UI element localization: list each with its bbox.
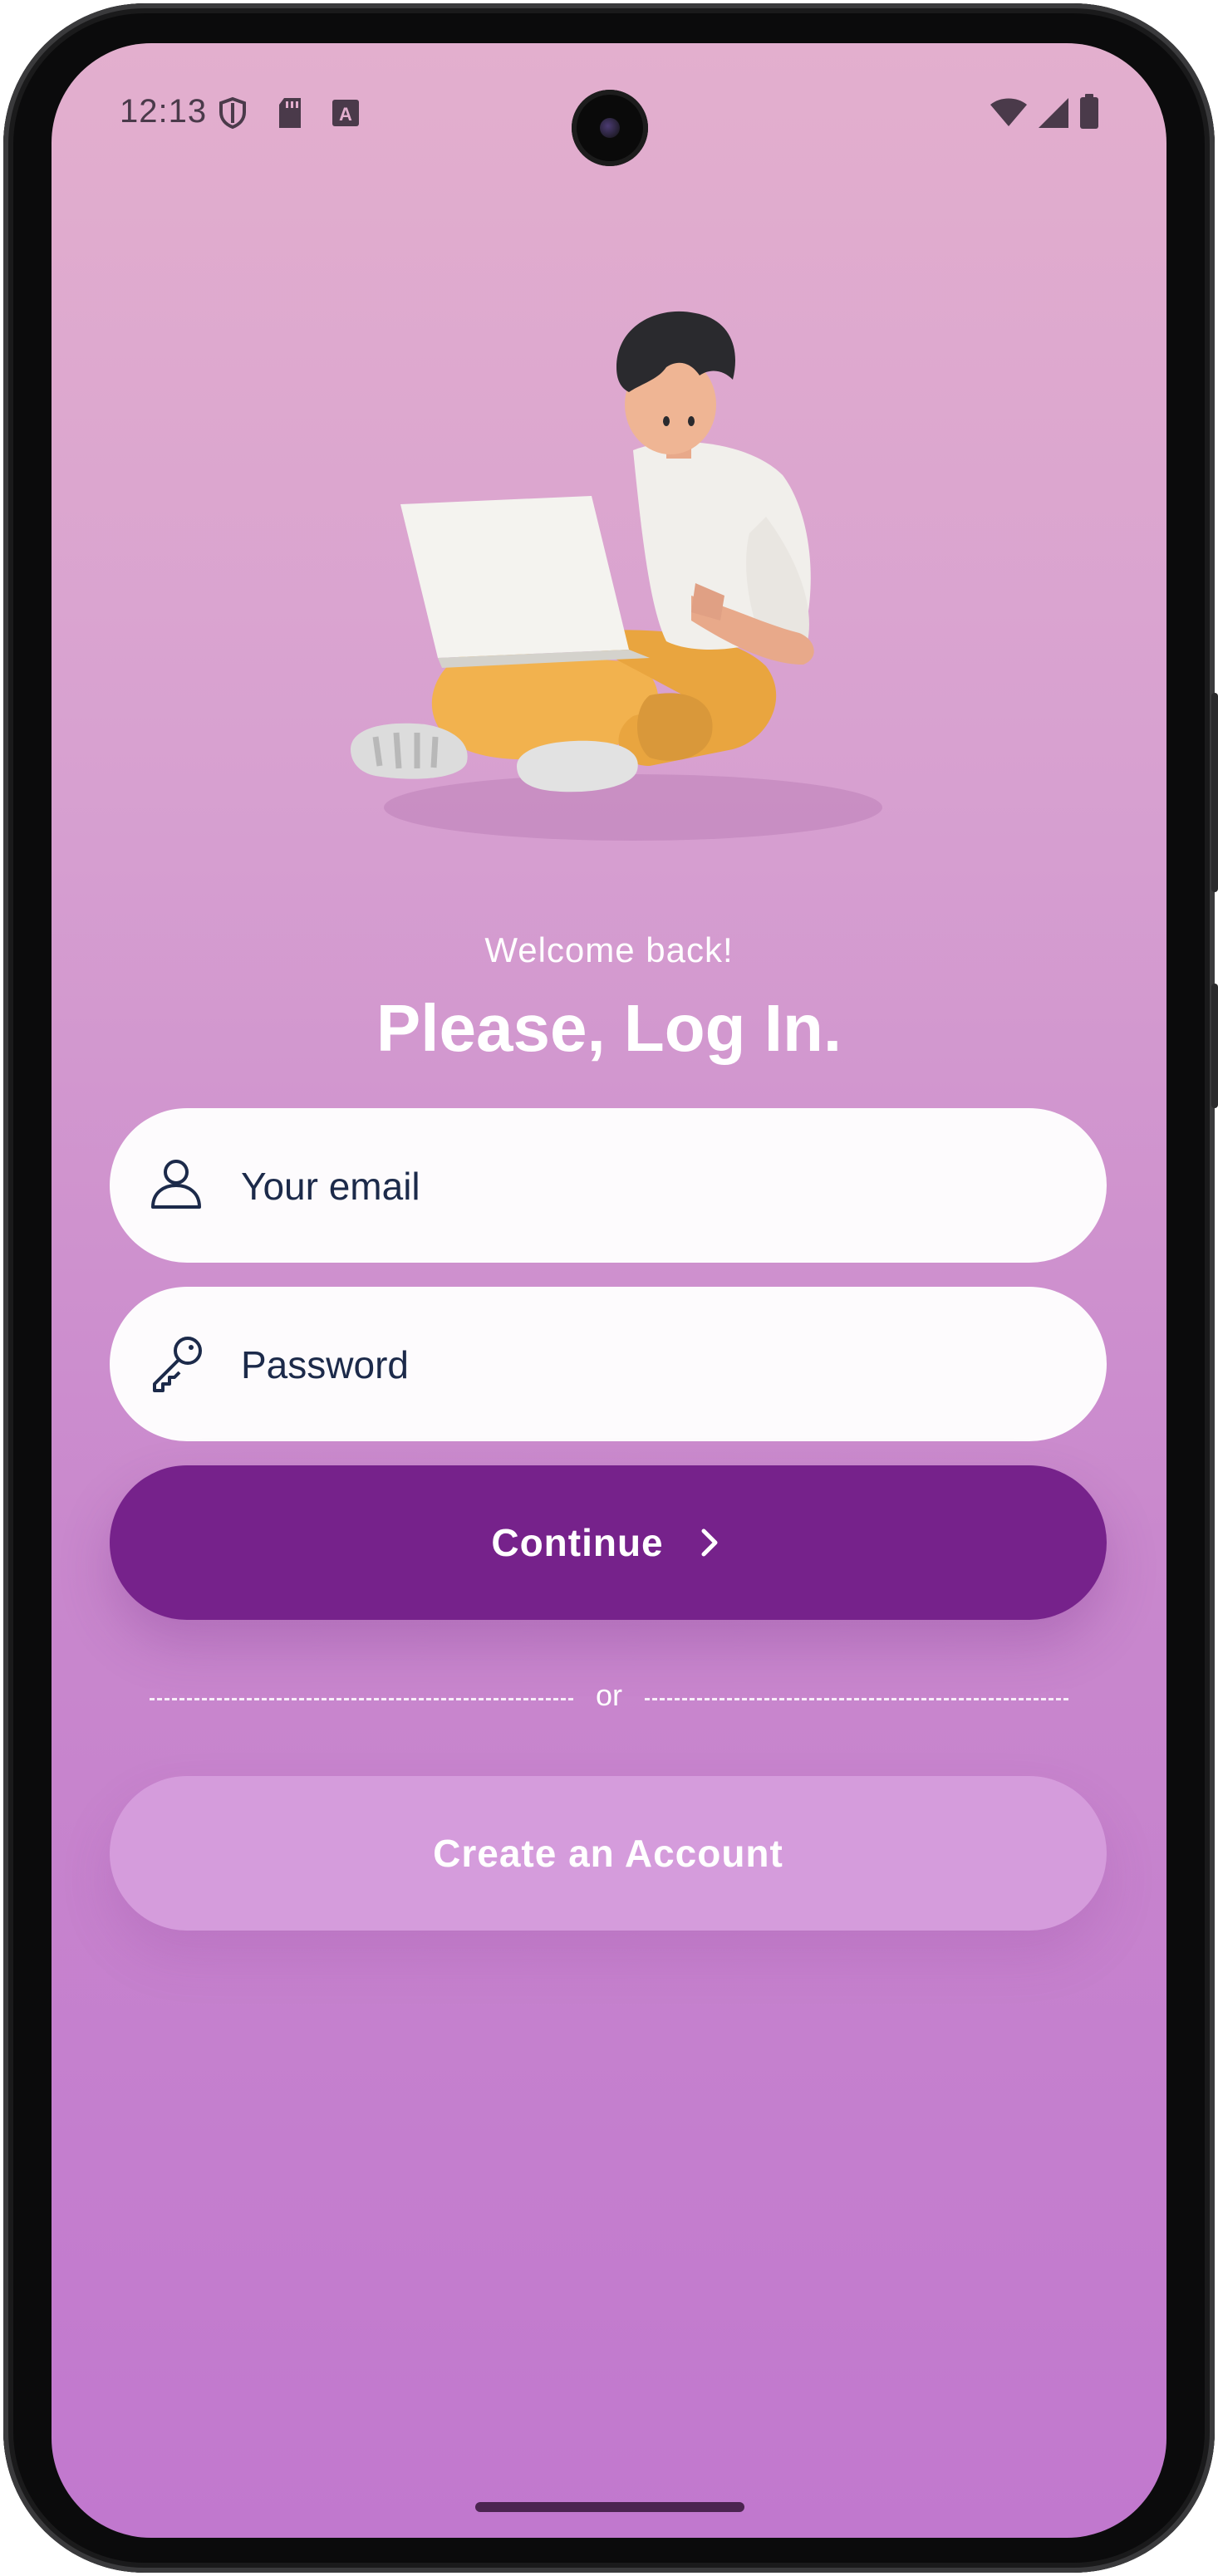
continue-label: Continue [491, 1521, 664, 1564]
email-input[interactable] [239, 1108, 1057, 1264]
password-field[interactable] [110, 1287, 1107, 1443]
power-button [1211, 984, 1218, 1108]
page-title: Please, Log In. [376, 991, 842, 1065]
status-bar: 12:13 A [52, 43, 1166, 193]
password-input[interactable] [239, 1287, 1057, 1443]
email-field[interactable] [110, 1108, 1107, 1264]
app-screen: 12:13 A Welcome back! Please, Log In. Yo… [52, 43, 1166, 2538]
volume-button [1211, 693, 1218, 892]
chevron-right-icon [701, 1528, 718, 1557]
status-time: 12:13 [120, 93, 208, 130]
front-camera [572, 90, 648, 166]
or-divider: or [150, 1678, 1068, 1720]
key-icon [153, 1337, 202, 1392]
shield-icon [219, 96, 246, 130]
create-account-button[interactable]: Create an Account [110, 1776, 1107, 1931]
continue-button[interactable]: Continue [110, 1465, 1107, 1620]
phone-frame: 12:13 A Welcome back! Please, Log In. Yo… [3, 3, 1218, 2573]
wifi-icon [990, 98, 1027, 126]
person-with-laptop-illustration [351, 311, 882, 841]
sd-card-icon [279, 98, 301, 128]
divider-text: or [595, 1678, 622, 1712]
keyboard-a-icon: A [332, 100, 359, 126]
divider-line-right [645, 1698, 1068, 1700]
svg-text:A: A [339, 104, 352, 125]
user-icon [151, 1160, 201, 1209]
cellular-signal-icon [1039, 98, 1068, 128]
home-indicator[interactable] [475, 2502, 744, 2512]
battery-icon [1080, 94, 1098, 129]
welcome-text: Welcome back! [484, 930, 734, 969]
